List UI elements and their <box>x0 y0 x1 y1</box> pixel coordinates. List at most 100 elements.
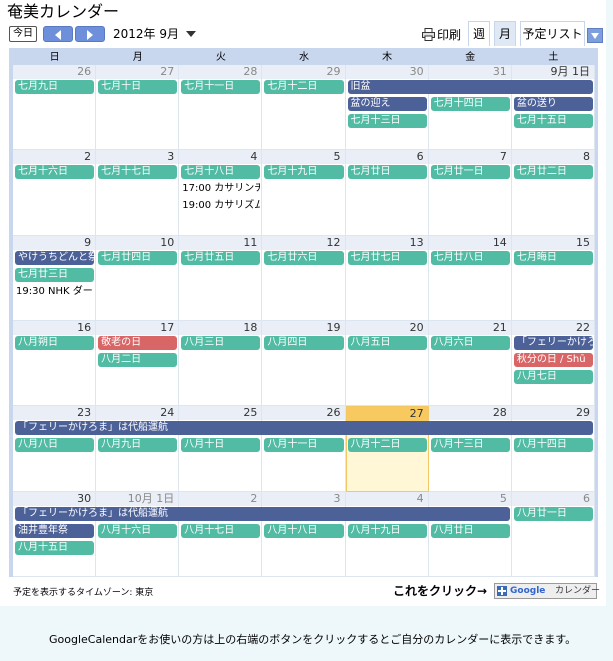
day-cell[interactable]: 29 <box>262 65 346 151</box>
event-chip[interactable]: 七月廿二日 <box>513 165 593 180</box>
event-chip[interactable]: 油井豊年祭 <box>15 523 95 538</box>
day-cell[interactable]: 27 <box>96 65 180 151</box>
event-chip[interactable]: 七月十二日 <box>264 80 344 94</box>
today-button[interactable]: 今日 <box>9 26 37 42</box>
day-cell[interactable]: 6 <box>511 491 595 577</box>
event-chip[interactable]: 七月廿八日 <box>430 250 510 265</box>
event-chip[interactable]: 秋分の日 / Shū <box>513 352 593 367</box>
tab-agenda[interactable]: 予定リスト <box>520 21 585 46</box>
day-cell[interactable]: 15 <box>511 235 595 321</box>
next-month-button[interactable] <box>75 26 105 42</box>
event-chip[interactable]: 八月十三日 <box>430 438 510 453</box>
event-chip[interactable]: 七月十八日 <box>181 165 261 180</box>
event-chip[interactable]: 八月十九日 <box>347 523 427 538</box>
event-chip[interactable]: 八月四日 <box>264 335 344 350</box>
day-number: 4 <box>250 150 258 164</box>
event-chip[interactable]: 八月廿日 <box>430 523 510 538</box>
add-to-google-calendar-button[interactable]: Google カレンダー <box>494 583 601 599</box>
day-cell[interactable]: 19 <box>262 320 346 407</box>
event-chip[interactable]: 七月十一日 <box>181 80 261 94</box>
prev-month-button[interactable] <box>43 26 73 42</box>
day-number: 27 <box>160 65 175 78</box>
month-dropdown-caret-icon[interactable] <box>186 31 196 37</box>
month-grid: 日月火水木金土 26 27 28 29 30 31 9月 1日 七月九日 七月十日 七月十一日 七月… <box>9 48 598 577</box>
day-number: 21 <box>492 320 507 334</box>
event-chip[interactable]: 八月八日 <box>15 438 95 453</box>
day-cell[interactable]: 8 <box>511 150 595 236</box>
event-chip[interactable]: やけうちどんと祭 <box>15 250 95 265</box>
weekday-label: 土 <box>548 52 559 63</box>
gcal-button-label: カレンダー <box>555 586 601 596</box>
event-chip[interactable]: 八月十七日 <box>181 523 261 538</box>
day-cell[interactable]: 26 <box>13 65 97 151</box>
event-chip[interactable]: 八月十日 <box>181 438 261 453</box>
day-cell[interactable]: 7 <box>428 150 512 236</box>
day-cell[interactable]: 18 <box>179 320 263 407</box>
event-chip[interactable]: 七月十五日 <box>513 114 593 128</box>
timed-event[interactable]: 19:30 NHK ダー <box>16 285 94 299</box>
event-chip[interactable]: 七月十九日 <box>264 165 344 180</box>
day-number: 5 <box>333 150 341 164</box>
event-chip[interactable]: 七月廿四日 <box>98 250 178 265</box>
day-cell[interactable]: 21 <box>428 320 512 407</box>
day-number: 27 <box>409 407 424 421</box>
day-cell[interactable]: 28 <box>179 65 263 151</box>
day-cell[interactable]: 13 <box>345 235 429 321</box>
timed-event[interactable]: 17:00 カサリンチ <box>182 182 260 196</box>
day-number: 6 <box>416 150 424 164</box>
day-cell[interactable]: 14 <box>428 235 512 321</box>
weekday-label: 月 <box>132 52 143 63</box>
day-cell[interactable]: 2 <box>13 150 97 236</box>
event-chip[interactable]: 八月十一日 <box>264 438 344 453</box>
print-button[interactable]: 印刷 <box>422 26 461 44</box>
event-chip[interactable]: 七月十七日 <box>98 165 178 180</box>
event-chip[interactable]: 七月廿日 <box>347 165 427 180</box>
event-chip[interactable]: 八月五日 <box>347 335 427 350</box>
day-cell[interactable]: 12 <box>262 235 346 321</box>
event-chip[interactable]: 七月晦日 <box>513 250 593 265</box>
tab-month[interactable]: 月 <box>494 21 516 46</box>
timezone-note: 予定を表示するタイムゾーン: 東京 <box>13 588 154 598</box>
event-chip[interactable]: 八月三日 <box>181 335 261 350</box>
day-number: 13 <box>409 235 424 249</box>
event-chip[interactable]: 八月十五日 <box>15 540 95 555</box>
event-chip[interactable]: 八月十四日 <box>513 438 593 453</box>
day-cell[interactable]: 3 <box>96 150 180 236</box>
day-cell[interactable]: 6 <box>345 150 429 236</box>
event-chip[interactable]: 七月十三日 <box>347 114 427 128</box>
event-chip[interactable]: 七月十六日 <box>15 165 95 180</box>
event-chip[interactable]: 七月廿三日 <box>15 267 95 282</box>
event-chip[interactable]: 盆の送り <box>513 97 593 111</box>
event-chip[interactable]: 八月七日 <box>513 369 593 384</box>
event-chip[interactable]: 「フェリーかけろま」は代船運航 <box>15 506 510 521</box>
day-cell[interactable]: 16 <box>13 320 97 407</box>
event-chip[interactable]: 八月十八日 <box>264 523 344 538</box>
event-chip[interactable]: 八月廿一日 <box>513 506 593 521</box>
event-chip[interactable]: 八月朔日 <box>15 335 95 350</box>
event-chip[interactable]: 八月九日 <box>98 438 178 453</box>
event-chip[interactable]: 八月六日 <box>430 335 510 350</box>
day-cell[interactable]: 11 <box>179 235 263 321</box>
day-number: 23 <box>77 406 92 420</box>
day-cell[interactable]: 20 <box>345 320 429 407</box>
event-chip[interactable]: 盆の迎え <box>347 97 427 111</box>
event-chip[interactable]: 八月十二日 <box>347 438 427 453</box>
event-chip[interactable]: 七月十四日 <box>430 97 510 111</box>
event-chip[interactable]: 八月二日 <box>98 352 178 367</box>
event-chip[interactable]: 旧盆 <box>347 80 593 94</box>
event-chip[interactable]: 七月九日 <box>15 80 95 94</box>
timed-event[interactable]: 19:00 カサリズム <box>182 199 260 213</box>
event-chip[interactable]: 七月十日 <box>98 80 178 94</box>
event-chip[interactable]: 敬老の日 <box>98 335 178 350</box>
event-chip[interactable]: 七月廿五日 <box>181 250 261 265</box>
event-chip[interactable]: 「フェリーかけろま <box>513 335 593 350</box>
event-chip[interactable]: 七月廿六日 <box>264 250 344 265</box>
event-chip[interactable]: 七月廿一日 <box>430 165 510 180</box>
event-chip[interactable]: 「フェリーかけろま」は代船運航 <box>15 421 593 436</box>
event-chip[interactable]: 七月廿七日 <box>347 250 427 265</box>
tab-week[interactable]: 週 <box>468 21 490 46</box>
day-cell[interactable]: 5 <box>262 150 346 236</box>
calendar-menu-button[interactable] <box>587 28 603 43</box>
event-chip[interactable]: 八月十六日 <box>98 523 178 538</box>
day-cell[interactable]: 10 <box>96 235 180 321</box>
